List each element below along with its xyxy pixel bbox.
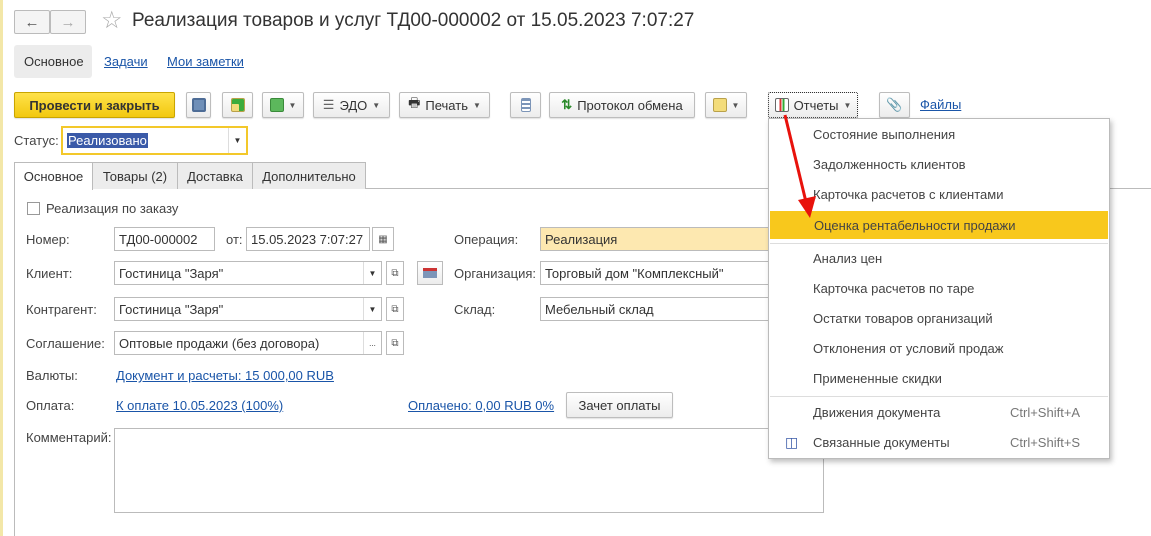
status-label: Статус:: [14, 133, 59, 148]
organization-label: Организация:: [454, 266, 537, 281]
status-value: Реализовано: [67, 133, 148, 148]
caret-down-icon: ▼: [843, 100, 852, 110]
document-clock-icon: [712, 98, 727, 112]
menu-item-document-movements[interactable]: Движения документа Ctrl+Shift+A: [769, 398, 1109, 426]
from-label: от:: [226, 232, 243, 247]
paid-link[interactable]: Оплачено: 0,00 RUB 0%: [408, 398, 554, 413]
currency-link[interactable]: Документ и расчеты: 15 000,00 RUB: [116, 368, 334, 383]
by-order-checkbox[interactable]: [27, 202, 40, 215]
contractor-value: Гостиница "Заря": [119, 301, 224, 317]
open-icon[interactable]: ⧉: [386, 297, 404, 321]
form-tab-additional[interactable]: Дополнительно: [252, 162, 366, 189]
client-field[interactable]: Гостиница "Заря" ▼: [114, 261, 382, 285]
agreement-field[interactable]: Оптовые продажи (без договора)...: [114, 331, 382, 355]
operation-label: Операция:: [454, 232, 519, 247]
organization-field[interactable]: Торговый дом "Комплексный": [540, 261, 772, 285]
menu-item-label: Движения документа: [813, 404, 941, 420]
print-button[interactable]: 🖶 Печать ▼: [399, 92, 490, 118]
caret-down-icon[interactable]: ▼: [228, 128, 246, 153]
post-document-icon: [230, 98, 245, 112]
warehouse-label: Склад:: [454, 302, 496, 317]
attach-button[interactable]: 📎: [879, 92, 910, 118]
print-label: Печать: [425, 97, 468, 113]
currency-label: Валюты:: [26, 368, 78, 383]
status-select[interactable]: Реализовано ▼: [61, 126, 248, 155]
shortcut-label: Ctrl+Shift+A: [1010, 404, 1081, 420]
caret-down-icon: ▼: [288, 100, 297, 110]
menu-separator: [770, 396, 1108, 397]
edo-label: ЭДО: [339, 97, 368, 113]
calendar-icon[interactable]: ▦: [372, 227, 394, 251]
contractor-field[interactable]: Гостиница "Заря" ▼: [114, 297, 382, 321]
by-order-label: Реализация по заказу: [46, 201, 179, 216]
caret-down-icon[interactable]: ▼: [363, 262, 381, 284]
caret-down-icon: ▼: [731, 100, 740, 110]
tab-panel-border: [14, 188, 15, 536]
edo-button[interactable]: ☰ ЭДО ▼: [313, 92, 390, 118]
list-button[interactable]: [510, 92, 541, 118]
window-border: [0, 0, 3, 536]
number-label: Номер:: [26, 232, 70, 247]
select-ellipsis-icon[interactable]: ...: [363, 332, 381, 354]
caret-down-icon: ▼: [372, 100, 381, 110]
form-tab-delivery[interactable]: Доставка: [177, 162, 253, 189]
red-arrow-annotation: [783, 114, 816, 218]
number-field[interactable]: ТД00-000002: [114, 227, 215, 251]
menu-item-org-stock[interactable]: Остатки товаров организаций: [769, 304, 1109, 332]
printer-icon: 🖶: [408, 95, 421, 110]
arrow-left-icon: ←: [24, 13, 40, 31]
related-documents-icon: ◫: [785, 433, 799, 450]
client-value: Гостиница "Заря": [119, 265, 224, 281]
arrow-right-icon: →: [60, 13, 76, 31]
open-icon[interactable]: ⧉: [386, 331, 404, 355]
favorite-star-icon[interactable]: ☆: [101, 6, 123, 35]
contractor-label: Контрагент:: [26, 302, 97, 317]
comment-label: Комментарий:: [26, 430, 112, 445]
open-icon[interactable]: ⧉: [386, 261, 404, 285]
exchange-log-button[interactable]: ⇅ Протокол обмена: [549, 92, 695, 118]
caret-down-icon: ▼: [472, 100, 481, 110]
exchange-arrows-icon: ⇅: [561, 97, 573, 112]
save-button[interactable]: [186, 92, 211, 118]
agreement-value: Оптовые продажи (без договора): [119, 335, 320, 351]
paperclip-icon: 📎: [886, 97, 903, 112]
menu-item-tare-settlement-card[interactable]: Карточка расчетов по таре: [769, 274, 1109, 302]
forward-button[interactable]: →: [50, 10, 86, 34]
menu-item-related-documents[interactable]: ◫ Связанные документы Ctrl+Shift+S: [769, 428, 1109, 456]
menu-item-applied-discounts[interactable]: Примененные скидки: [769, 364, 1109, 392]
form-tab-goods[interactable]: Товары (2): [92, 162, 178, 189]
menu-item-price-analysis[interactable]: Анализ цен: [769, 244, 1109, 272]
payment-offset-button[interactable]: Зачет оплаты: [566, 392, 673, 418]
edo-icon: ☰: [322, 97, 335, 112]
window-title: Реализация товаров и услуг ТД00-000002 о…: [132, 10, 695, 31]
create-based-icon: [269, 98, 284, 112]
page-tab-tasks[interactable]: Задачи: [94, 45, 158, 78]
menu-item-sale-deviations[interactable]: Отклонения от условий продаж: [769, 334, 1109, 362]
save-icon: [191, 98, 206, 112]
exchange-log-label: Протокол обмена: [577, 97, 683, 113]
task-button[interactable]: ▼: [705, 92, 747, 118]
back-button[interactable]: ←: [14, 10, 50, 34]
create-based-on-button[interactable]: ▼: [262, 92, 304, 118]
files-link[interactable]: Файлы: [920, 97, 961, 112]
menu-item-label: Связанные документы: [813, 434, 950, 450]
form-tab-main[interactable]: Основное: [14, 162, 93, 190]
comment-textarea[interactable]: [114, 428, 824, 513]
caret-down-icon[interactable]: ▼: [363, 298, 381, 320]
page-tab-main[interactable]: Основное: [14, 45, 92, 78]
shortcut-label: Ctrl+Shift+S: [1010, 434, 1081, 450]
payment-link[interactable]: К оплате 10.05.2023 (100%): [116, 398, 283, 413]
client-card-icon[interactable]: [417, 261, 443, 285]
client-label: Клиент:: [26, 266, 73, 281]
post-and-close-button[interactable]: Провести и закрыть: [14, 92, 175, 118]
post-button[interactable]: [222, 92, 253, 118]
agreement-label: Соглашение:: [26, 336, 105, 351]
operation-field[interactable]: Реализация: [540, 227, 772, 251]
page-tab-notes[interactable]: Мои заметки: [157, 45, 254, 78]
list-icon: [520, 98, 531, 112]
warehouse-field[interactable]: Мебельный склад: [540, 297, 772, 321]
payment-label: Оплата:: [26, 398, 75, 413]
date-field[interactable]: 15.05.2023 7:07:27: [246, 227, 370, 251]
